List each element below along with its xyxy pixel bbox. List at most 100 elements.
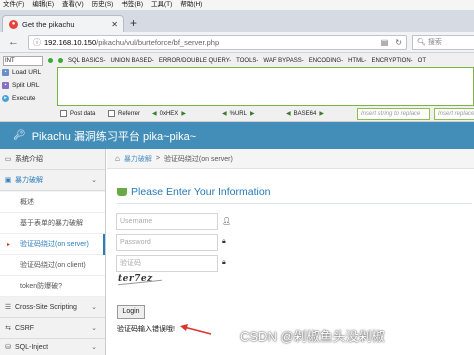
username-field[interactable]: Username: [116, 213, 218, 230]
hackbar-panel: INT SQL BASICS- UNION BASED- ERROR/DOUBL…: [0, 53, 474, 122]
load-url-icon: ▪: [2, 69, 9, 76]
execute-label: Execute: [12, 95, 36, 102]
hex-encode-button[interactable]: ◀ 0xHEX ▶: [152, 110, 186, 118]
sidebar-subitem-label: 概述: [20, 199, 34, 206]
menu-bookmarks[interactable]: 书签(B): [121, 0, 143, 10]
sidebar-item-intro[interactable]: ▭ 系统介绍: [0, 149, 105, 170]
checkbox-icon: [108, 110, 115, 117]
hackbar-menu-sql-basics[interactable]: SQL BASICS-: [68, 58, 105, 64]
menu-file[interactable]: 文件(F): [3, 0, 24, 10]
referrer-checkbox[interactable]: Referrer: [108, 110, 140, 117]
watermark: CSDN @剁椒鱼头没剁椒: [240, 329, 385, 344]
reader-view-icon[interactable]: ▤: [381, 38, 389, 47]
hackbar-menu-encryption[interactable]: ENCRYPTION-: [371, 58, 412, 64]
breadcrumb-separator: >: [155, 155, 160, 162]
arrow-right-icon: ▶: [319, 111, 324, 117]
magnifier-icon: 🔍︎: [417, 39, 426, 46]
sidebar-item-bruteforce[interactable]: ▣ 暴力破解 ⌄: [0, 170, 105, 191]
sidebar-subitem-label: 基于表单的暴力破解: [20, 220, 83, 227]
breadcrumb-section-link[interactable]: 暴力破解: [124, 154, 152, 164]
breadcrumb-current: 验证码绕过(on server): [163, 155, 233, 163]
back-icon[interactable]: ←: [8, 32, 19, 53]
chevron-down-icon: ⌄: [91, 344, 97, 351]
sidebar-subitem-captcha-client[interactable]: 验证码绕过(on client): [0, 255, 105, 276]
lock-icon: 🔒︎: [222, 238, 226, 245]
menu-edit[interactable]: 编辑(E): [32, 0, 54, 10]
desktop-icon: ▭: [4, 156, 12, 163]
active-indicator: [103, 234, 105, 255]
hackbar-url-textarea[interactable]: [57, 67, 474, 106]
sidebar-item-csrf[interactable]: ⇆ CSRF ⌄: [0, 318, 105, 339]
reload-icon[interactable]: ↻: [395, 38, 402, 47]
split-url-button[interactable]: ▪ Split URL: [2, 82, 39, 89]
hackbar-menu-waf[interactable]: WAF BYPASS-: [263, 58, 303, 64]
hackbar-menu-encoding[interactable]: ENCODING-: [309, 58, 343, 64]
sidebar-subitem-captcha-server[interactable]: ▸ 验证码绕过(on server): [0, 234, 105, 255]
tab-strip: ● Get the pikachu ✕ +: [0, 10, 474, 32]
sidebar-subitem-token[interactable]: token防爆破?: [0, 276, 105, 297]
captcha-image[interactable]: ter7ez: [118, 274, 164, 290]
arrow-left-icon: ◀: [222, 111, 227, 117]
page-title: Please Enter Your Information: [117, 186, 271, 198]
hackbar-menu-tools[interactable]: TOOLS-: [236, 58, 258, 64]
url-encode-button[interactable]: ◀ %URL ▶: [222, 110, 255, 118]
close-tab-icon[interactable]: ✕: [111, 20, 118, 29]
menu-view[interactable]: 查看(V): [62, 0, 84, 10]
arrow-annotation-icon: [180, 324, 212, 335]
split-url-icon: ▪: [2, 82, 9, 89]
key-logo-icon: 🔑︎: [13, 130, 26, 141]
lock-icon: 🔒︎: [222, 259, 226, 266]
database-icon: ⛁: [5, 344, 11, 351]
info-icon[interactable]: ⓘ: [33, 37, 41, 48]
sidebar-item-sqli[interactable]: ⛁ SQL-Inject ⌄: [0, 339, 105, 355]
hackbar-menu-error[interactable]: ERROR/DOUBLE QUERY-: [159, 58, 231, 64]
navigation-bar: ← ⓘ 192.168.10.150/pikachu/vul/burteforc…: [0, 32, 474, 53]
sidebar-item-xss[interactable]: ☰ Cross-Site Scripting ⌄: [0, 297, 105, 318]
page-title-text: Please Enter Your Information: [131, 186, 271, 198]
execute-icon: ▸: [2, 95, 9, 102]
load-url-button[interactable]: ▪ Load URL: [2, 69, 41, 76]
captcha-field[interactable]: 验证码: [116, 255, 218, 272]
chevron-down-icon: ⌄: [91, 177, 97, 184]
title-divider: [117, 203, 472, 204]
sidebar-item-label: 系统介绍: [15, 156, 43, 163]
browser-tab[interactable]: ● Get the pikachu ✕: [2, 15, 124, 32]
hackbar-type-select[interactable]: INT: [3, 55, 43, 66]
sidebar-subitem-overview[interactable]: 概述: [0, 192, 105, 213]
hackbar-menu-other[interactable]: OT: [418, 58, 426, 64]
replacement-input[interactable]: Insert replacem: [434, 108, 474, 120]
sidebar-item-label: 暴力破解: [15, 177, 43, 184]
hackbar-menu-union[interactable]: UNION BASED-: [110, 58, 153, 64]
base64-encode-button[interactable]: ◀ BASE64 ▶: [286, 110, 324, 118]
sidebar-subitem-label: 验证码绕过(on server): [20, 241, 89, 248]
menu-history[interactable]: 历史(S): [92, 0, 114, 10]
url-bar[interactable]: ⓘ 192.168.10.150/pikachu/vul/burteforce/…: [28, 35, 407, 50]
post-data-label: Post data: [70, 110, 96, 117]
password-field[interactable]: Password: [116, 234, 218, 251]
login-button[interactable]: Login: [117, 305, 145, 319]
menu-help[interactable]: 帮助(H): [180, 0, 202, 10]
chevron-down-icon: ⌄: [91, 325, 97, 332]
sidebar: ▭ 系统介绍 ▣ 暴力破解 ⌄ 概述 基于表单的暴力破解 ▸ 验证码绕过(on …: [0, 149, 106, 355]
hackbar-menu-html[interactable]: HTML-: [348, 58, 366, 64]
replace-string-input[interactable]: Insert string to replace: [357, 108, 430, 120]
status-dot-icon: [48, 58, 53, 63]
app-title[interactable]: Pikachu 漏洞练习平台 pika~pika~: [32, 128, 196, 144]
browser-menubar: 文件(F) 编辑(E) 查看(V) 历史(S) 书签(B) 工具(T) 帮助(H…: [0, 0, 474, 10]
pikachu-favicon-icon: ●: [9, 19, 18, 29]
tab-title: Get the pikachu: [22, 19, 75, 29]
new-tab-icon[interactable]: +: [130, 16, 137, 30]
search-input[interactable]: 🔍︎ 搜索: [412, 35, 474, 50]
arrow-right-icon: ▶: [249, 111, 255, 117]
sidebar-item-label: Cross-Site Scripting: [15, 303, 77, 311]
sidebar-subitem-form-bruteforce[interactable]: 基于表单的暴力破解: [0, 213, 105, 234]
menu-tools[interactable]: 工具(T): [151, 0, 172, 10]
search-placeholder: 搜索: [427, 39, 442, 46]
post-data-checkbox[interactable]: Post data: [60, 110, 95, 117]
lock-icon: ▣: [4, 177, 12, 184]
chevron-down-icon: ⌄: [91, 304, 97, 311]
execute-button[interactable]: ▸ Execute: [2, 95, 36, 102]
user-icon: 👤︎: [222, 218, 231, 225]
hex-label: 0xHEX: [159, 110, 179, 117]
url-encode-label: %URL: [229, 110, 247, 117]
